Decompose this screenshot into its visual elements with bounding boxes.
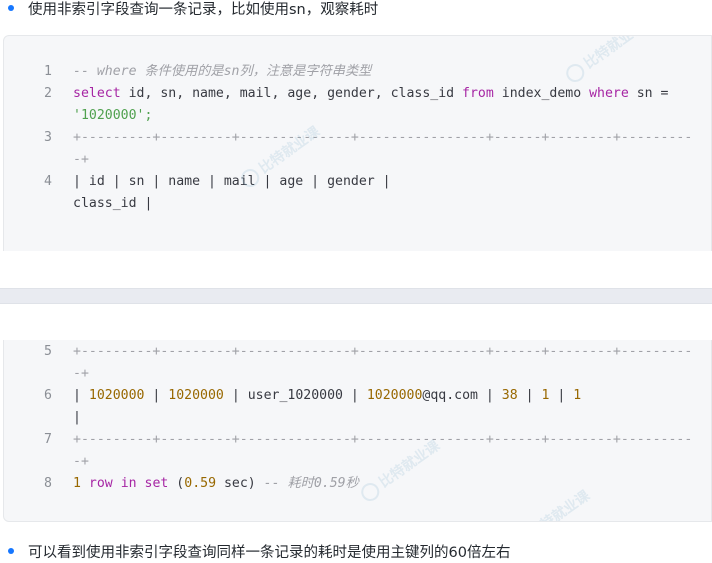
table-header-row: | id | sn | name | mail | age | gender |	[73, 174, 391, 189]
code-comment: -- where 条件使用的是sn列，注意是字符串类型	[73, 64, 372, 79]
table-data-row: | 1020000 | 1020000 | user_1020000 | 102…	[73, 388, 582, 403]
bullet-bottom: 可以看到使用非索引字段查询同样一条记录的耗时是使用主键列的60倍左右	[0, 539, 712, 563]
watermark-logo: 比特就业课	[562, 36, 649, 86]
bullet-bottom-text: 可以看到使用非索引字段查询同样一条记录的耗时是使用主键列的60倍左右	[28, 544, 511, 561]
sql-select-statement: select id, sn, name, mail, age, gender, …	[73, 86, 669, 101]
code-block-bottom: 5 +---------+---------+--------------+--…	[3, 340, 712, 522]
bullet-top-text: 使用非索引字段查询一条记录，比如使用sn，观察耗时	[28, 1, 379, 18]
table-border: +---------+---------+--------------+----…	[73, 432, 693, 447]
bullet-dot-icon	[8, 548, 14, 554]
table-border-wrap: -+	[73, 152, 89, 167]
page-separator	[0, 251, 712, 340]
query-result-summary: 1 row in set (0.59 sec) -- 耗时0.59秒	[73, 476, 359, 491]
line-number: 5	[44, 344, 52, 359]
line-number: 7	[44, 432, 52, 447]
table-header-wrap: class_id |	[73, 196, 153, 211]
code-block-top: 1 -- where 条件使用的是sn列，注意是字符串类型 2 select i…	[3, 35, 712, 251]
line-number: 3	[44, 130, 52, 145]
line-number: 1	[44, 64, 52, 79]
watermark-logo: 比特就业课	[507, 485, 594, 521]
bullet-top: 使用非索引字段查询一条记录，比如使用sn，观察耗时	[0, 0, 712, 20]
bullet-dot-icon	[8, 5, 14, 11]
table-border: +---------+---------+--------------+----…	[73, 344, 693, 359]
line-number: 4	[44, 174, 52, 189]
table-border-wrap: -+	[73, 454, 89, 469]
table-border: +---------+---------+--------------+----…	[73, 130, 693, 145]
line-number: 8	[44, 476, 52, 491]
table-data-wrap: |	[73, 410, 81, 425]
page-break-band	[0, 288, 712, 304]
sql-string-literal: '1020000';	[73, 108, 153, 123]
line-number: 2	[44, 86, 52, 101]
line-number: 6	[44, 388, 52, 403]
table-border-wrap: -+	[73, 366, 89, 381]
